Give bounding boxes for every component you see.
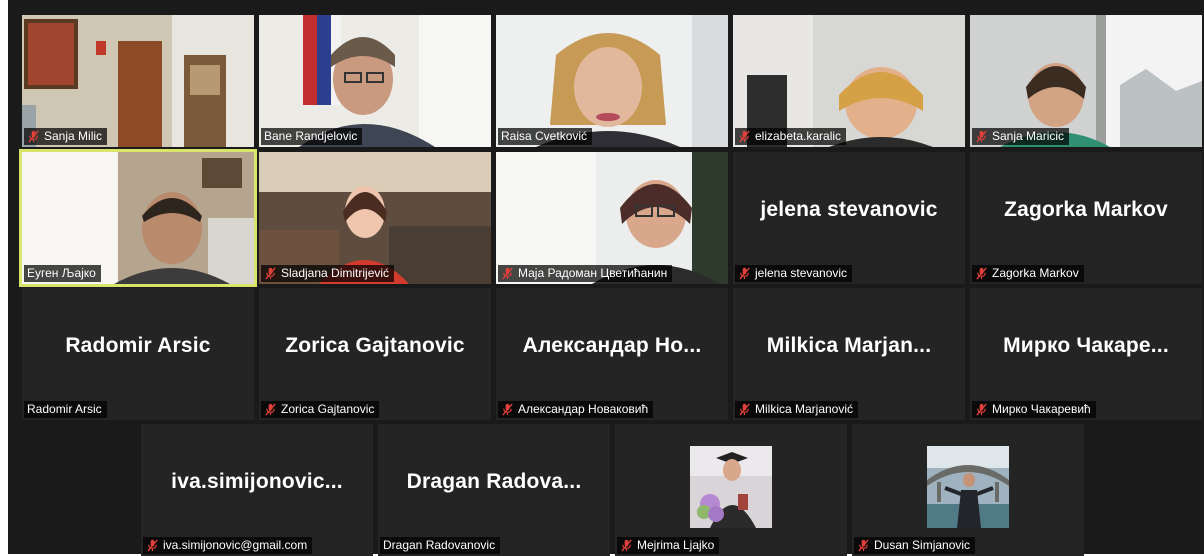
gallery-view: Sanja Milic Bane Randjelovic Raisa Cvetk… — [8, 0, 1204, 556]
participant-tile[interactable]: Dragan Radova... Dragan Radovanovic — [378, 424, 610, 556]
participant-display-name: jelena stevanovic — [760, 198, 938, 221]
participant-name: Маја Радоман Цветићанин — [518, 266, 668, 280]
participant-name: Александар Новаковић — [518, 402, 649, 416]
participant-name: jelena stevanovic — [755, 266, 848, 280]
participant-name-tag: Dusan Simjanovic — [854, 537, 976, 554]
participant-display-name: Александар Но... — [522, 334, 702, 357]
participant-tile[interactable]: Radomir Arsic Radomir Arsic — [22, 288, 254, 420]
participant-tile[interactable]: elizabeta.karalic — [733, 15, 965, 147]
participant-tile[interactable]: Sanja Milic — [22, 15, 254, 147]
participant-tile[interactable]: Маја Радоман Цветићанин — [496, 152, 728, 284]
participant-tile[interactable]: iva.simijonovic... iva.simijonovic@gmail… — [141, 424, 373, 556]
participant-name: Zagorka Markov — [992, 266, 1079, 280]
participant-name-tag: Mejrima Ljajko — [617, 537, 720, 554]
participant-display-name: Radomir Arsic — [65, 334, 211, 357]
participant-name: Sladjana Dimitrijević — [281, 266, 390, 280]
participant-name: Dragan Radovanovic — [383, 538, 496, 552]
participant-tile[interactable]: Zagorka Markov Zagorka Markov — [970, 152, 1202, 284]
participant-name: Mejrima Ljajko — [637, 538, 715, 552]
participant-name-tag: Zagorka Markov — [972, 265, 1084, 282]
participant-name-tag: Sladjana Dimitrijević — [261, 265, 395, 282]
participant-name: Milkica Marjanović — [755, 402, 854, 416]
participant-name-tag: Dragan Radovanovic — [380, 537, 501, 554]
participant-name: Dusan Simjanovic — [874, 538, 971, 552]
participant-tile[interactable]: Sladjana Dimitrijević — [259, 152, 491, 284]
participant-name: elizabeta.karalic — [755, 129, 842, 143]
mic-muted-icon — [502, 403, 513, 416]
mic-muted-icon — [976, 403, 987, 416]
mic-muted-icon — [739, 267, 750, 280]
participant-name-tag: Sanja Milic — [24, 128, 108, 145]
participant-display-name: Zagorka Markov — [1004, 198, 1168, 221]
participant-name-tag: Маја Радоман Цветићанин — [498, 265, 673, 282]
participant-name: Еуген Љајко — [27, 266, 96, 280]
mic-muted-icon — [265, 403, 276, 416]
participant-name: Radomir Arsic — [27, 402, 102, 416]
mic-muted-icon — [502, 267, 513, 280]
participant-tile-active-speaker[interactable]: Еуген Љајко — [19, 149, 257, 287]
participant-tile[interactable]: Bane Randjelovic — [259, 15, 491, 147]
mic-muted-icon — [28, 130, 39, 143]
profile-picture — [690, 446, 772, 528]
participant-name: Sanja Milic — [44, 129, 103, 143]
mic-muted-icon — [976, 130, 987, 143]
participant-tile[interactable]: Milkica Marjan... Milkica Marjanović — [733, 288, 965, 420]
participant-display-name: Milkica Marjan... — [766, 334, 932, 357]
participant-display-name: Мирко Чакаре... — [1003, 334, 1169, 357]
participant-name-tag: Еуген Љајко — [24, 265, 101, 282]
participant-name-tag: Raisa Cvetković — [498, 128, 593, 145]
participant-tile[interactable]: Мирко Чакаре... Мирко Чакаревић — [970, 288, 1202, 420]
participant-name: Zorica Gajtanovic — [281, 402, 375, 416]
participant-name-tag: Александар Новаковић — [498, 401, 654, 418]
participant-tile[interactable]: Sanja Maricic — [970, 15, 1202, 147]
profile-picture — [927, 446, 1009, 528]
participant-name-tag: Мирко Чакаревић — [972, 401, 1096, 418]
participant-name-tag: Sanja Maricic — [972, 128, 1070, 145]
participant-tile[interactable]: Zorica Gajtanovic Zorica Gajtanovic — [259, 288, 491, 420]
mic-muted-icon — [739, 403, 750, 416]
participant-name-tag: jelena stevanovic — [735, 265, 853, 282]
participant-tile[interactable]: Raisa Cvetković — [496, 15, 728, 147]
participant-name-tag: Radomir Arsic — [24, 401, 107, 418]
participant-name: iva.simijonovic@gmail.com — [163, 538, 308, 552]
mic-muted-icon — [739, 130, 750, 143]
participant-display-name: Zorica Gajtanovic — [285, 334, 465, 357]
participant-tile[interactable]: Александар Но... Александар Новаковић — [496, 288, 728, 420]
participant-name: Raisa Cvetković — [501, 129, 588, 143]
participant-tile[interactable]: Mejrima Ljajko — [615, 424, 847, 556]
mic-muted-icon — [147, 539, 158, 552]
participant-name-tag: Bane Randjelovic — [261, 128, 363, 145]
participant-name-tag: Zorica Gajtanovic — [261, 401, 380, 418]
mic-muted-icon — [621, 539, 632, 552]
mic-muted-icon — [858, 539, 869, 552]
participant-name: Sanja Maricic — [992, 129, 1065, 143]
mic-muted-icon — [976, 267, 987, 280]
participant-name: Bane Randjelovic — [264, 129, 358, 143]
participant-tile[interactable]: Dusan Simjanovic — [852, 424, 1084, 556]
participant-display-name: iva.simijonovic... — [171, 470, 343, 493]
participant-name-tag: Milkica Marjanović — [735, 401, 859, 418]
participant-name-tag: elizabeta.karalic — [735, 128, 847, 145]
participant-name: Мирко Чакаревић — [992, 402, 1091, 416]
participant-tile[interactable]: jelena stevanovic jelena stevanovic — [733, 152, 965, 284]
participant-display-name: Dragan Radova... — [406, 470, 582, 493]
participant-name-tag: iva.simijonovic@gmail.com — [143, 537, 313, 554]
mic-muted-icon — [265, 267, 276, 280]
